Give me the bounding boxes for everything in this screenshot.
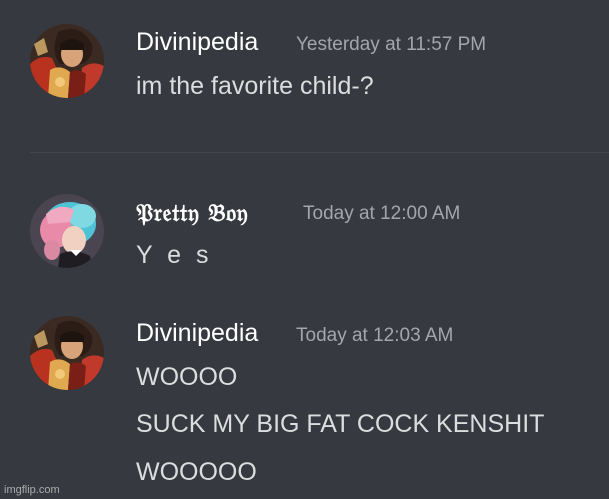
chat-log: Divinipedia Yesterday at 11:57 PM im the… [0, 0, 609, 499]
message-timestamp: Today at 12:00 AM [303, 203, 461, 224]
message-text: SUCK MY BIG FAT COCK KENSHIT [136, 410, 545, 438]
message-username[interactable]: Divinipedia [136, 27, 258, 57]
message-timestamp: Today at 12:03 AM [296, 325, 454, 346]
message-username[interactable]: 𝔓𝔯𝔢𝔱𝔱𝔶 𝔅𝔬𝔶 [136, 198, 248, 228]
watermark: imgflip.com [4, 484, 60, 496]
message-divider [30, 152, 609, 153]
message-text: WOOOO [136, 363, 238, 391]
message-text: im the favorite child-? [136, 72, 374, 100]
avatar[interactable] [30, 194, 104, 268]
avatar[interactable] [30, 316, 104, 390]
armored-hero-avatar-icon [30, 24, 104, 98]
armored-hero-avatar-icon [30, 316, 104, 390]
pink-blue-hair-avatar-icon [30, 194, 104, 268]
message-username[interactable]: Divinipedia [136, 318, 258, 348]
message-timestamp: Yesterday at 11:57 PM [296, 34, 487, 55]
message-text: Y e s [136, 241, 213, 269]
message-text: WOOOOO [136, 458, 257, 486]
avatar[interactable] [30, 24, 104, 98]
